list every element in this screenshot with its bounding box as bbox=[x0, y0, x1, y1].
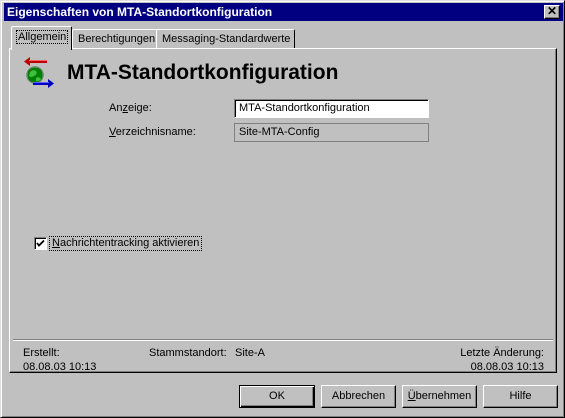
tab-berechtigungen[interactable]: Berechtigungen bbox=[72, 29, 161, 49]
ok-button[interactable]: OK bbox=[239, 385, 315, 408]
display-label-part1: An bbox=[109, 102, 123, 114]
home-site-value: Site-A bbox=[235, 347, 265, 359]
modified-value: 08.08.03 10:13 bbox=[470, 361, 544, 373]
display-name-label: Anzeige: bbox=[109, 102, 152, 114]
tab-messaging-label: Messaging-Standardwerte bbox=[162, 33, 291, 45]
created-value: 08.08.03 10:13 bbox=[23, 361, 97, 373]
message-tracking-checkbox[interactable] bbox=[34, 237, 47, 250]
created-label: Erstellt: bbox=[23, 347, 60, 359]
apply-label: bernehmen bbox=[415, 390, 472, 402]
tab-allgemein[interactable]: Allgemein bbox=[11, 26, 73, 50]
dirname-label-part: erzeichnisname: bbox=[115, 126, 196, 138]
directory-name-label: Verzeichnisname: bbox=[109, 126, 196, 138]
page-title: MTA-Standortkonfiguration bbox=[67, 61, 339, 84]
display-label-part2: eige: bbox=[127, 102, 152, 114]
dirname-label-accesskey: V bbox=[109, 126, 116, 138]
tracking-label-accesskey: N bbox=[52, 237, 60, 249]
message-tracking-label[interactable]: Nachrichtentracking aktivieren bbox=[48, 236, 203, 251]
home-site-label: Stammstandort: bbox=[149, 347, 227, 359]
cancel-button[interactable]: Abbrechen bbox=[321, 385, 396, 408]
modified-label: Letzte Änderung: bbox=[460, 347, 544, 359]
tab-panel-allgemein bbox=[9, 48, 557, 373]
apply-accesskey: Ü bbox=[407, 390, 416, 402]
directory-name-field: Site-MTA-Config bbox=[234, 123, 429, 142]
checkmark-icon bbox=[36, 239, 45, 247]
tracking-label-part: achrichtentracking aktivieren bbox=[59, 237, 200, 249]
title-bar[interactable]: Eigenschaften von MTA-Standortkonfigurat… bbox=[4, 3, 563, 21]
display-name-field[interactable]: MTA-Standortkonfiguration bbox=[234, 99, 429, 118]
close-button[interactable]: ✕ bbox=[544, 5, 560, 19]
mta-config-icon bbox=[23, 57, 55, 92]
tab-allgemein-label: Allgemein bbox=[15, 30, 69, 44]
tab-messaging-standardwerte[interactable]: Messaging-Standardwerte bbox=[156, 29, 296, 49]
tab-berechtigungen-label: Berechtigungen bbox=[78, 33, 156, 45]
apply-button[interactable]: Übernehmen bbox=[402, 385, 477, 408]
properties-dialog: Eigenschaften von MTA-Standortkonfigurat… bbox=[0, 0, 565, 418]
help-button[interactable]: Hilfe bbox=[483, 385, 558, 408]
info-divider bbox=[13, 339, 553, 341]
close-icon: ✕ bbox=[546, 4, 558, 18]
window-title: Eigenschaften von MTA-Standortkonfigurat… bbox=[7, 5, 273, 19]
